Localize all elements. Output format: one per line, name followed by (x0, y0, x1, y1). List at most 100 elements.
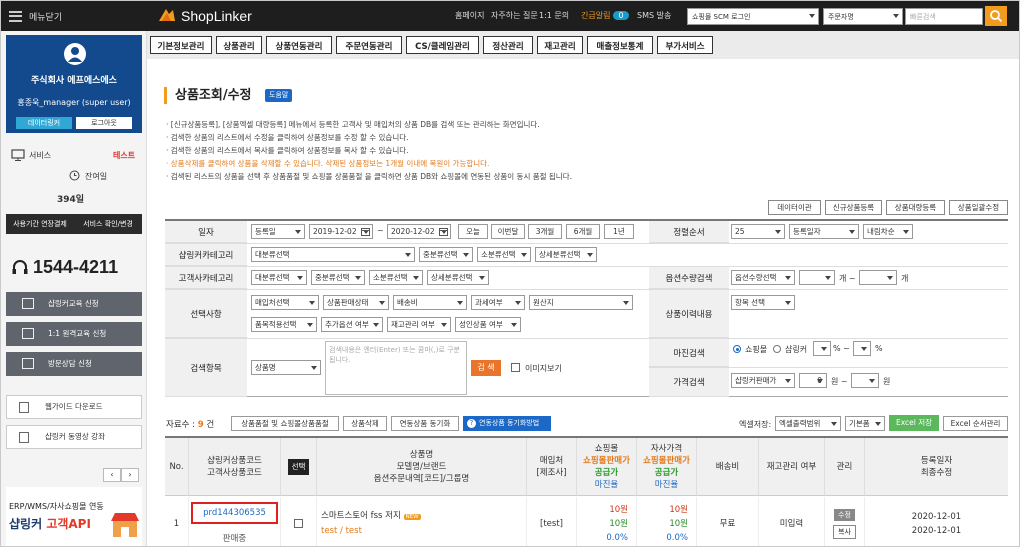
price-type-select[interactable]: 샵링커판매가 (731, 373, 795, 388)
cu-category-small-select[interactable]: 소분류선택 (369, 270, 423, 285)
datalinker-button[interactable]: 데이터링커 (16, 117, 72, 129)
quick-search-type-select[interactable]: 주문자명 (823, 8, 903, 25)
sl-category-small-select[interactable]: 소분류선택 (477, 247, 531, 262)
prev-arrow-icon[interactable]: ‹ (103, 468, 121, 482)
excel-label: 엑셀저장: (739, 420, 772, 429)
scm-login-select[interactable]: 쇼핑몰 SCM 로그인 (687, 8, 819, 25)
soldout-button[interactable]: 상품품절 및 쇼핑몰상품품절 (231, 416, 339, 431)
tab-cs-claims[interactable]: CS/클레임관리 (406, 36, 479, 54)
date-type-select[interactable]: 등록일 (251, 224, 305, 239)
tab-sales-stats[interactable]: 매출정보통계 (587, 36, 653, 54)
sidebar-item-visit-consult[interactable]: 방문상담 신청 (6, 352, 142, 376)
tab-order-sync[interactable]: 주문연동관리 (336, 36, 402, 54)
cu-category-detail-select[interactable]: 상세분류선택 (427, 270, 489, 285)
urgent-notice-label: 긴급알림 (581, 11, 611, 20)
link-inquiry[interactable]: 1:1 문의 (539, 10, 569, 21)
edit-button[interactable]: 수정 (834, 508, 855, 521)
row-checkbox[interactable] (294, 519, 303, 528)
logout-button[interactable]: 로그아웃 (76, 117, 132, 129)
result-count-label: 자료수 : (166, 420, 196, 430)
cu-category-large-select[interactable]: 대분류선택 (251, 270, 307, 285)
tab-product-sync[interactable]: 상품연동관리 (266, 36, 332, 54)
video-course-button[interactable]: 샵링커 동영상 강좌 (6, 425, 142, 449)
menu-toggle-button[interactable]: 메뉴닫기 (9, 9, 62, 23)
adult-product-select[interactable]: 성인상품 여부 (455, 317, 521, 332)
calendar-icon[interactable] (361, 227, 370, 236)
item-apply-select[interactable]: 품목적용선택 (251, 317, 317, 332)
date-1year-button[interactable]: 1년 (604, 224, 634, 239)
data-migration-button[interactable]: 데이터이관 (768, 200, 821, 215)
date-today-button[interactable]: 오늘 (458, 224, 488, 239)
link-sms[interactable]: SMS 발송 (637, 10, 671, 21)
date-this-month-button[interactable]: 이번달 (491, 224, 525, 239)
price-max-input[interactable] (851, 373, 879, 388)
guide-download-button[interactable]: 웹가이드 다운로드 (6, 395, 142, 419)
sales-status-select[interactable]: 상품판매상태 (323, 295, 389, 310)
sort-count-select[interactable]: 25 (731, 224, 785, 239)
price-min-input[interactable]: 0 (799, 373, 827, 388)
tab-inventory[interactable]: 재고관리 (537, 36, 583, 54)
margin-shop-radio[interactable] (733, 345, 741, 353)
next-arrow-icon[interactable]: › (121, 468, 139, 482)
bulk-register-button[interactable]: 상품대량등록 (886, 200, 945, 215)
sidebar-item-education[interactable]: 샵링커교육 신청 (6, 292, 142, 316)
excel-save-button[interactable]: Excel 저장 (889, 415, 939, 431)
sync-product-button[interactable]: 연동상품 동기화 (391, 416, 459, 431)
main-tab-bar: 기본정보관리 상품관리 상품연동관리 주문연동관리 CS/클레임관리 정산관리 … (147, 31, 1019, 59)
excel-form-select[interactable]: 기본폼 (845, 416, 885, 431)
image-view-checkbox[interactable] (511, 363, 520, 372)
tax-select[interactable]: 과세여부 (471, 295, 525, 310)
sl-category-detail-select[interactable]: 상세분류선택 (535, 247, 597, 262)
search-submit-button[interactable]: 검 색 (471, 360, 501, 376)
margin-min-input[interactable] (813, 341, 831, 356)
help-button[interactable]: 도움말 (265, 89, 293, 102)
tab-settlement[interactable]: 정산관리 (483, 36, 533, 54)
calendar-icon[interactable] (439, 227, 448, 236)
margin-max-input[interactable] (853, 341, 871, 356)
link-faq[interactable]: 자주하는 질문 (491, 10, 538, 21)
date-3months-button[interactable]: 3개월 (528, 224, 562, 239)
select-all-button[interactable]: 선택 (287, 458, 310, 475)
link-urgent-notice[interactable]: 긴급알림 0 (581, 10, 629, 21)
search-field-select[interactable]: 상품명 (251, 360, 321, 375)
product-code-link[interactable]: prd144306535 (191, 501, 278, 524)
quick-search-button[interactable] (985, 6, 1007, 26)
delete-product-button[interactable]: 상품삭제 (343, 416, 387, 431)
bulk-edit-button[interactable]: 상품일괄수정 (949, 200, 1008, 215)
row-own-price-cell: 10원 10원 0.0% (637, 497, 697, 546)
sl-category-medium-select[interactable]: 중분류선택 (419, 247, 473, 262)
origin-select[interactable]: 원산지 (529, 295, 633, 310)
sort-direction-select[interactable]: 내림차순 (863, 224, 913, 239)
history-select[interactable]: 항목 선택 (731, 295, 795, 310)
option-qty-select[interactable]: 옵션수량선택 (731, 270, 795, 285)
date-6months-button[interactable]: 6개월 (566, 224, 600, 239)
search-keywords-textarea[interactable]: 검색내용은 엔터(Enter) 또는 콤마(,)로 구분됩니다. (325, 341, 467, 395)
service-change-button[interactable]: 서비스 확인/변경 (74, 214, 142, 234)
shoplinker-logo[interactable]: ShopLinker (157, 6, 252, 26)
sidebar-item-remote-education[interactable]: 1:1 원격교육 신청 (6, 322, 142, 346)
margin-linker-radio[interactable] (773, 345, 781, 353)
product-name-link[interactable]: 스마트스토어 fss 저지 (321, 511, 401, 521)
option-qty-min-input[interactable] (799, 270, 835, 285)
excel-order-button[interactable]: Excel 순서관리 (943, 416, 1008, 431)
excel-range-select[interactable]: 엑셀출력범위 (775, 416, 841, 431)
quick-search-input[interactable]: 빠른검색 (905, 8, 983, 25)
extra-option-select[interactable]: 추가옵션 여부 (321, 317, 383, 332)
option-qty-max-input[interactable] (859, 270, 897, 285)
api-banner[interactable]: ERP/WMS/자사쇼핑몰 연동 샵링커 고객API (6, 487, 142, 546)
tab-products[interactable]: 상품관리 (216, 36, 262, 54)
sl-category-large-select[interactable]: 대분류선택 (251, 247, 415, 262)
supplier-select[interactable]: 매입처선택 (251, 295, 319, 310)
tab-basic-info[interactable]: 기본정보관리 (150, 36, 212, 54)
cu-category-medium-select[interactable]: 중분류선택 (311, 270, 365, 285)
user-name: 홍종욱_manager (super user) (17, 98, 131, 107)
shipping-fee-select[interactable]: 배송비 (393, 295, 467, 310)
sync-help-button[interactable]: ? 연동상품 동기화방법 (463, 416, 551, 431)
extend-payment-button[interactable]: 사용기간 연장결제 (6, 214, 74, 234)
new-product-button[interactable]: 신규상품등록 (825, 200, 882, 215)
sort-field-select[interactable]: 등록일자 (789, 224, 859, 239)
link-homepage[interactable]: 홈페이지 (455, 10, 484, 21)
stock-manage-select[interactable]: 재고관리 여부 (387, 317, 451, 332)
copy-button[interactable]: 복사 (833, 524, 856, 539)
tab-addons[interactable]: 부가서비스 (657, 36, 713, 54)
